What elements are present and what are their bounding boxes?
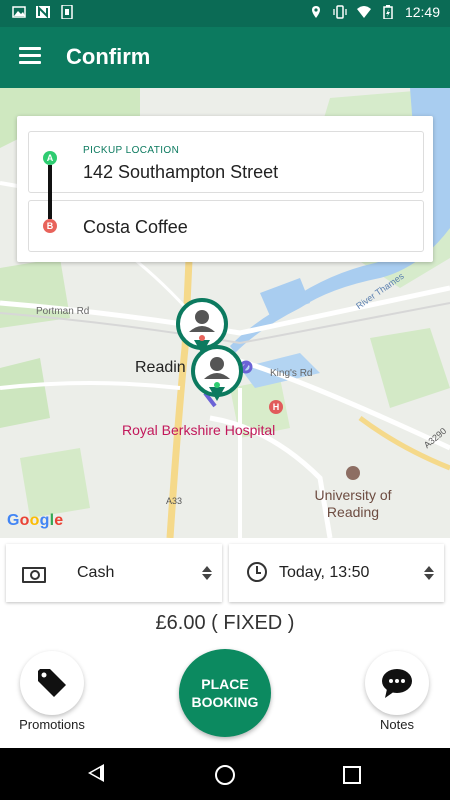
map-label-university-of-reading: University of Reading xyxy=(314,487,392,520)
pickup-time-select[interactable]: Today, 13:50 xyxy=(229,544,444,602)
pickup-address: 142 Southampton Street xyxy=(83,162,279,182)
google-logo: Google xyxy=(7,512,64,529)
notes-label: Notes xyxy=(380,717,414,732)
place-booking-button[interactable]: PLACE BOOKING xyxy=(179,649,271,737)
app-bar: Confirm xyxy=(0,27,450,88)
status-bar: 12:49 xyxy=(0,0,450,27)
chat-bubble-icon xyxy=(382,669,412,698)
map-label-royal-berkshire-hospital: Royal Berkshire Hospital xyxy=(122,422,276,438)
map-label-kings-rd: King's Rd xyxy=(270,368,313,379)
image-icon xyxy=(12,6,26,18)
promotions-button[interactable] xyxy=(20,651,84,715)
page-title: Confirm xyxy=(66,44,151,69)
n-icon xyxy=(36,5,50,19)
select-arrows-icon xyxy=(202,566,212,580)
system-navigation-bar xyxy=(0,748,450,800)
dropoff-address: Costa Coffee xyxy=(83,217,188,237)
back-icon[interactable] xyxy=(88,764,104,782)
tag-icon xyxy=(38,669,66,697)
clock-icon xyxy=(247,562,267,582)
pickup-time-value: Today, 13:50 xyxy=(279,564,370,581)
pickup-location-field[interactable]: PICKUP LOCATION 142 Southampton Street xyxy=(28,131,424,193)
route-card: PICKUP LOCATION 142 Southampton Street C… xyxy=(17,116,433,262)
home-icon[interactable] xyxy=(215,765,235,785)
hamburger-menu-icon[interactable] xyxy=(19,47,41,65)
hospital-marker-icon: H xyxy=(269,400,283,414)
map-label-a33: A33 xyxy=(166,496,183,506)
location-icon xyxy=(311,6,320,18)
pickup-caption: PICKUP LOCATION xyxy=(83,145,180,156)
select-arrows-icon xyxy=(424,566,434,580)
fare-price: £6.00 ( FIXED ) xyxy=(155,612,295,634)
dropoff-location-field[interactable]: Costa Coffee xyxy=(28,200,424,252)
vibrate-icon xyxy=(333,5,347,19)
cash-icon xyxy=(22,567,46,583)
promotions-label: Promotions xyxy=(19,717,85,732)
university-marker-icon xyxy=(346,466,360,480)
status-time: 12:49 xyxy=(404,4,440,20)
pickup-status-dot xyxy=(214,382,220,388)
route-connector-line xyxy=(48,165,52,219)
pickup-marker-a: A xyxy=(43,151,57,165)
dropoff-status-dot xyxy=(199,335,205,341)
battery-icon xyxy=(383,5,393,19)
map-label-portman-rd: Portman Rd xyxy=(36,306,90,317)
sim-icon xyxy=(61,5,73,19)
recent-apps-icon[interactable] xyxy=(343,766,361,784)
payment-method-select[interactable]: Cash xyxy=(6,544,222,602)
dropoff-marker-b: B xyxy=(43,219,57,233)
wifi-icon xyxy=(356,6,371,18)
payment-method-value: Cash xyxy=(77,564,115,581)
notes-button[interactable] xyxy=(365,651,429,715)
pickup-driver-pin[interactable] xyxy=(191,345,243,409)
